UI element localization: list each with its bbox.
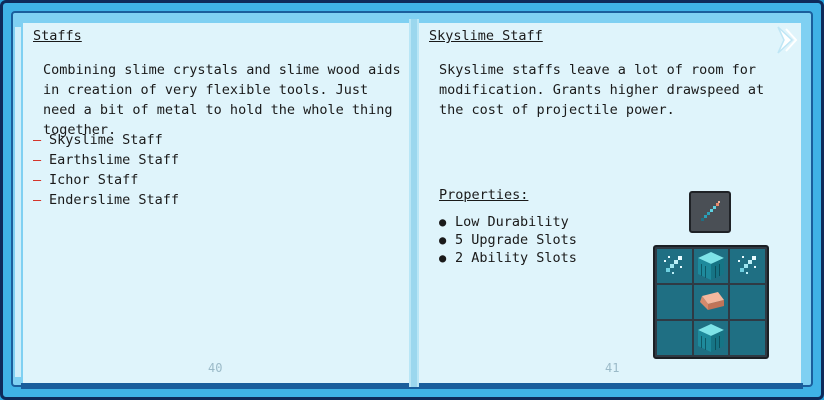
bullet-icon: ● bbox=[439, 233, 447, 247]
property-label: Low Durability bbox=[455, 214, 569, 230]
left-page-number: 40 bbox=[208, 361, 223, 375]
properties-list: ● Low Durability ● 5 Upgrade Slots ● 2 Abil… bbox=[439, 213, 577, 267]
slime-crystal-icon bbox=[664, 256, 683, 274]
list-dash-icon: – bbox=[33, 172, 42, 188]
grid-slot[interactable] bbox=[693, 249, 729, 283]
left-page-description: Combining slime crystals and slime wood … bbox=[43, 62, 401, 138]
property-item: ● 2 Ability Slots bbox=[439, 249, 577, 267]
staff-link-label[interactable]: Ichor Staff bbox=[49, 172, 138, 188]
grid-slot[interactable] bbox=[730, 249, 765, 283]
slime-crystal-icon bbox=[737, 256, 756, 274]
staff-link-label[interactable]: Earthslime Staff bbox=[49, 152, 179, 168]
slime-log-icon bbox=[697, 252, 724, 280]
property-item: ● Low Durability bbox=[439, 213, 577, 231]
right-page-number: 41 bbox=[605, 361, 620, 375]
staff-list: – Skyslime Staff – Earthslime Staff – Ichor… bbox=[33, 130, 179, 210]
right-page-description: Skyslime staffs leave a lot of room for … bbox=[439, 62, 765, 118]
list-dash-icon: – bbox=[33, 192, 42, 208]
book-spine bbox=[409, 19, 419, 387]
staff-link-label[interactable]: Skyslime Staff bbox=[49, 132, 163, 148]
staff-list-item[interactable]: – Skyslime Staff bbox=[33, 130, 179, 150]
right-page: Skyslime Staff Skyslime staffs leave a l… bbox=[419, 23, 801, 383]
staff-list-item[interactable]: – Earthslime Staff bbox=[33, 150, 179, 170]
left-page-title[interactable]: Staffs bbox=[33, 28, 82, 44]
list-dash-icon: – bbox=[33, 132, 42, 148]
grid-slot[interactable] bbox=[693, 321, 729, 355]
right-page-title: Skyslime Staff bbox=[429, 28, 543, 44]
bullet-icon: ● bbox=[439, 251, 447, 265]
property-item: ● 5 Upgrade Slots bbox=[439, 231, 577, 249]
slime-log-icon bbox=[697, 324, 724, 352]
grid-slot[interactable] bbox=[657, 285, 692, 319]
book-cover: Staffs Combining slime crystals and slim… bbox=[0, 0, 824, 400]
grid-slot[interactable] bbox=[730, 285, 765, 319]
copper-ingot-icon bbox=[699, 292, 724, 310]
property-label: 2 Ability Slots bbox=[455, 250, 577, 266]
bullet-icon: ● bbox=[439, 215, 447, 229]
grid-slot[interactable] bbox=[657, 321, 692, 355]
list-dash-icon: – bbox=[33, 152, 42, 168]
properties-label: Properties: bbox=[439, 187, 529, 203]
recipe-result-slot[interactable] bbox=[689, 191, 731, 233]
grid-slot[interactable] bbox=[693, 285, 729, 319]
staff-list-item[interactable]: – Ichor Staff bbox=[33, 170, 179, 190]
staff-link-label[interactable]: Enderslime Staff bbox=[49, 192, 179, 208]
skyslime-staff-icon bbox=[701, 201, 720, 221]
grid-slot[interactable] bbox=[657, 249, 692, 283]
crafting-grid bbox=[653, 245, 769, 359]
property-label: 5 Upgrade Slots bbox=[455, 232, 577, 248]
book-left-edge bbox=[15, 27, 21, 377]
grid-slot[interactable] bbox=[730, 321, 765, 355]
left-page: Staffs Combining slime crystals and slim… bbox=[23, 23, 409, 383]
next-page-arrow-icon[interactable] bbox=[774, 25, 798, 55]
staff-list-item[interactable]: – Enderslime Staff bbox=[33, 190, 179, 210]
